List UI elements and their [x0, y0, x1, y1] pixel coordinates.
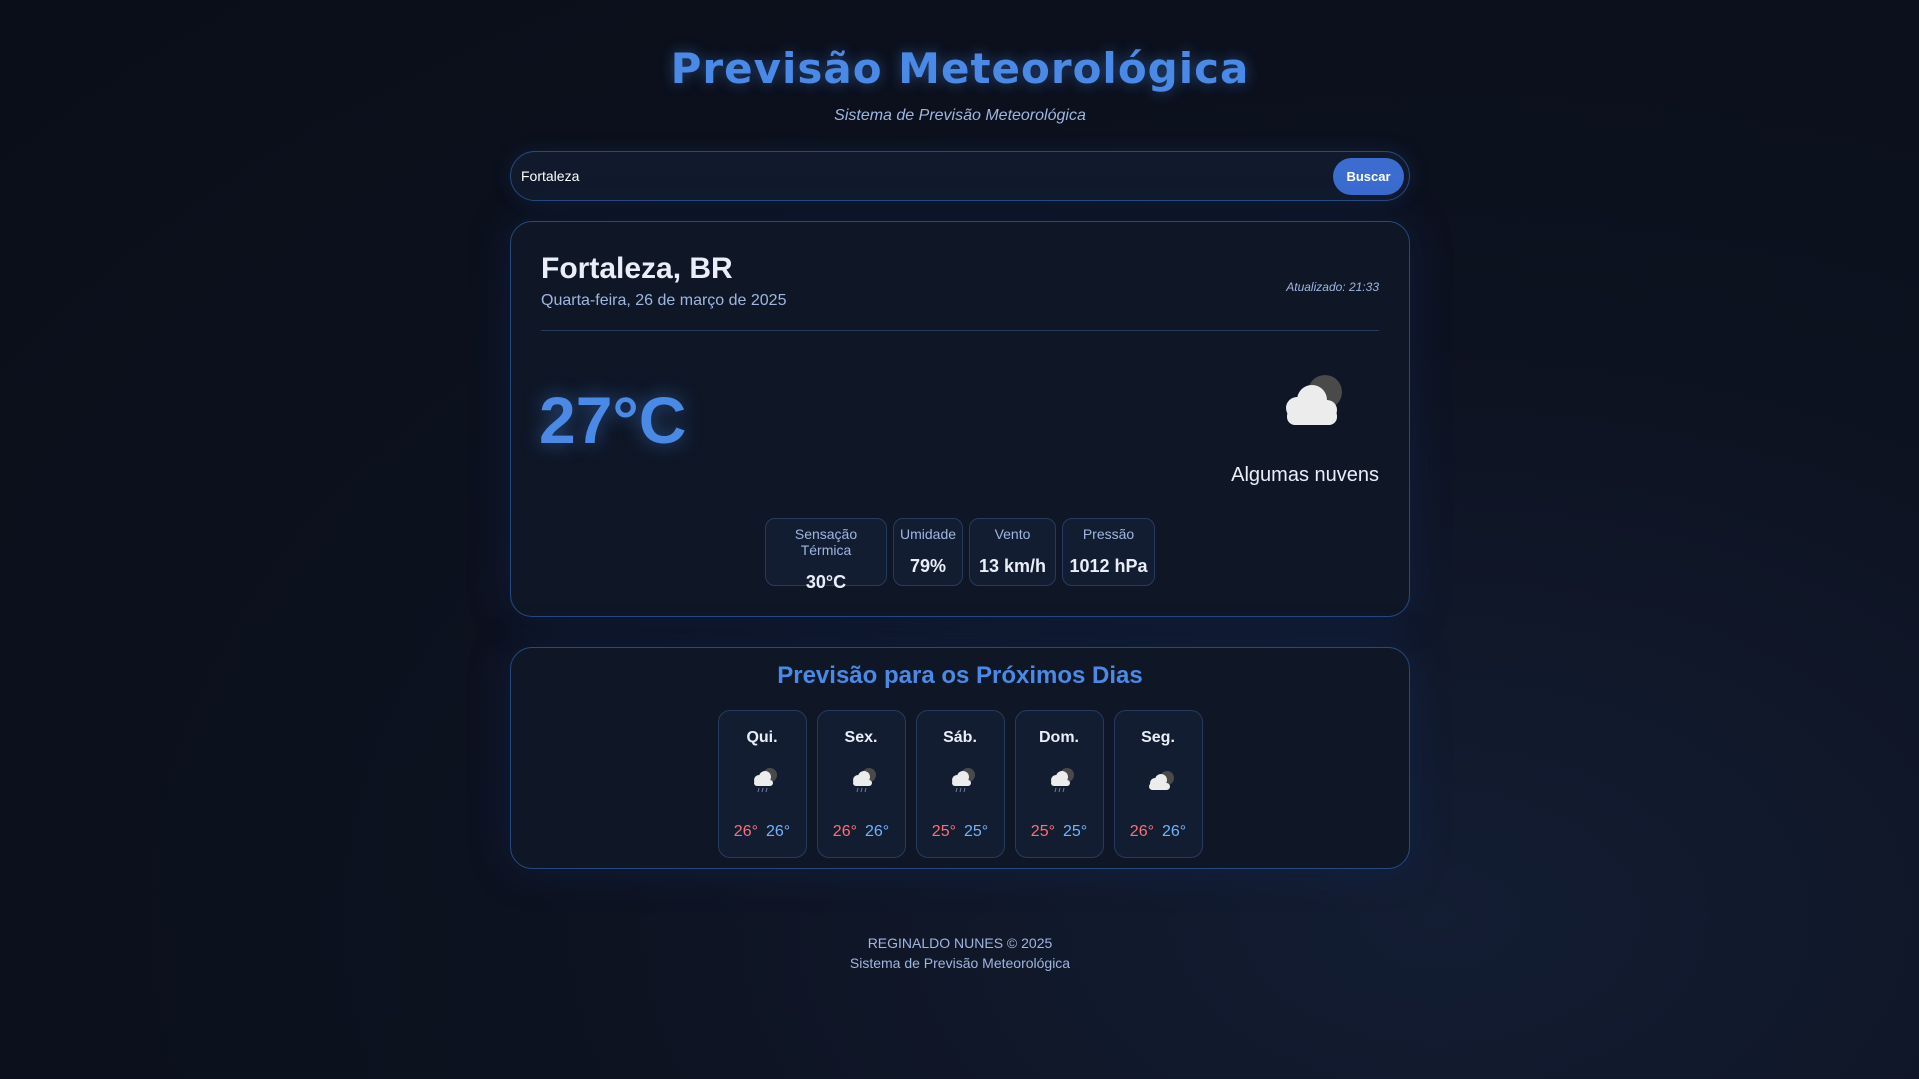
detail-label: Umidade: [899, 526, 957, 542]
forecast-day-name: Sex.: [844, 729, 878, 746]
detail-value: 1012 hPa: [1069, 556, 1148, 576]
forecast-card: Previsão para os Próximos Dias Qui. 26° 2…: [510, 647, 1410, 869]
forecast-max: 26°: [1129, 823, 1154, 840]
detail-value: 79%: [909, 556, 947, 576]
footer: REGINALDO NUNES © 2025 Sistema de Previs…: [510, 933, 1410, 973]
page-title: Previsão Meteorológica: [670, 44, 1250, 93]
weather-details: Sensação Térmica 30°C Umidade 79% Vento …: [765, 518, 1155, 592]
forecast-days: Qui. 26° 26° Sex. 26° 26° Sáb. 25° 25° D…: [511, 710, 1409, 858]
current-weather-card: Fortaleza, BR Quarta-feira, 26 de março …: [510, 221, 1410, 617]
forecast-temps: 26° 26°: [1115, 823, 1202, 841]
forecast-day-name: Seg.: [1141, 729, 1175, 746]
forecast-max: 26°: [733, 823, 758, 840]
detail-label: Vento: [994, 526, 1031, 542]
forecast-min: 25°: [1063, 823, 1088, 840]
forecast-min: 26°: [1162, 823, 1187, 840]
forecast-min: 25°: [964, 823, 989, 840]
footer-subtitle: Sistema de Previsão Meteorológica: [849, 955, 1071, 971]
forecast-day: Qui. 26° 26°: [717, 710, 807, 858]
forecast-max: 25°: [931, 823, 956, 840]
forecast-temps: 25° 25°: [917, 823, 1004, 841]
updated-time: Atualizado: 21:33: [1286, 280, 1379, 294]
forecast-day: Seg. 26° 26°: [1113, 710, 1203, 858]
rain-night-icon: [951, 768, 975, 793]
search-bar: Buscar: [510, 151, 1410, 201]
cloud-night-icon: [1148, 771, 1174, 790]
cloud-night-icon: [1286, 375, 1342, 425]
detail-humidity: Umidade 79%: [893, 518, 963, 586]
forecast-min: 26°: [865, 823, 890, 840]
app-container: Previsão Meteorológica Sistema de Previs…: [510, 0, 1410, 973]
search-button[interactable]: Buscar: [1333, 158, 1404, 195]
city-search-input[interactable]: [521, 160, 1321, 192]
forecast-temps: 26° 26°: [818, 823, 905, 841]
forecast-max: 25°: [1030, 823, 1055, 840]
forecast-temps: 25° 25°: [1016, 823, 1103, 841]
forecast-max: 26°: [832, 823, 857, 840]
page-subtitle: Sistema de Previsão Meteorológica: [834, 107, 1086, 124]
detail-feels-like: Sensação Térmica 30°C: [765, 518, 887, 592]
rain-night-icon: [753, 768, 777, 793]
footer-copyright: REGINALDO NUNES © 2025: [867, 935, 1053, 951]
detail-label: Pressão: [1082, 526, 1135, 542]
divider: [541, 330, 1379, 331]
forecast-day: Sex. 26° 26°: [816, 710, 906, 858]
forecast-temps: 26° 26°: [719, 823, 806, 841]
rain-night-icon: [852, 768, 876, 793]
current-date: Quarta-feira, 26 de março de 2025: [541, 292, 787, 309]
forecast-min: 26°: [766, 823, 791, 840]
forecast-day-name: Qui.: [746, 729, 778, 746]
detail-label: Sensação Térmica: [794, 526, 858, 558]
forecast-day: Sáb. 25° 25°: [915, 710, 1005, 858]
forecast-day-name: Dom.: [1039, 729, 1079, 746]
detail-value: 30°C: [805, 572, 847, 592]
weather-description: Algumas nuvens: [1231, 464, 1379, 486]
forecast-title: Previsão para os Próximos Dias: [777, 662, 1143, 689]
city-name: Fortaleza, BR: [541, 252, 733, 285]
current-temperature: 27°C: [539, 383, 687, 457]
detail-wind: Vento 13 km/h: [969, 518, 1056, 586]
forecast-day: Dom. 25° 25°: [1014, 710, 1104, 858]
rain-night-icon: [1050, 768, 1074, 793]
detail-value: 13 km/h: [978, 556, 1047, 576]
detail-pressure: Pressão 1012 hPa: [1062, 518, 1155, 586]
forecast-day-name: Sáb.: [943, 729, 977, 746]
